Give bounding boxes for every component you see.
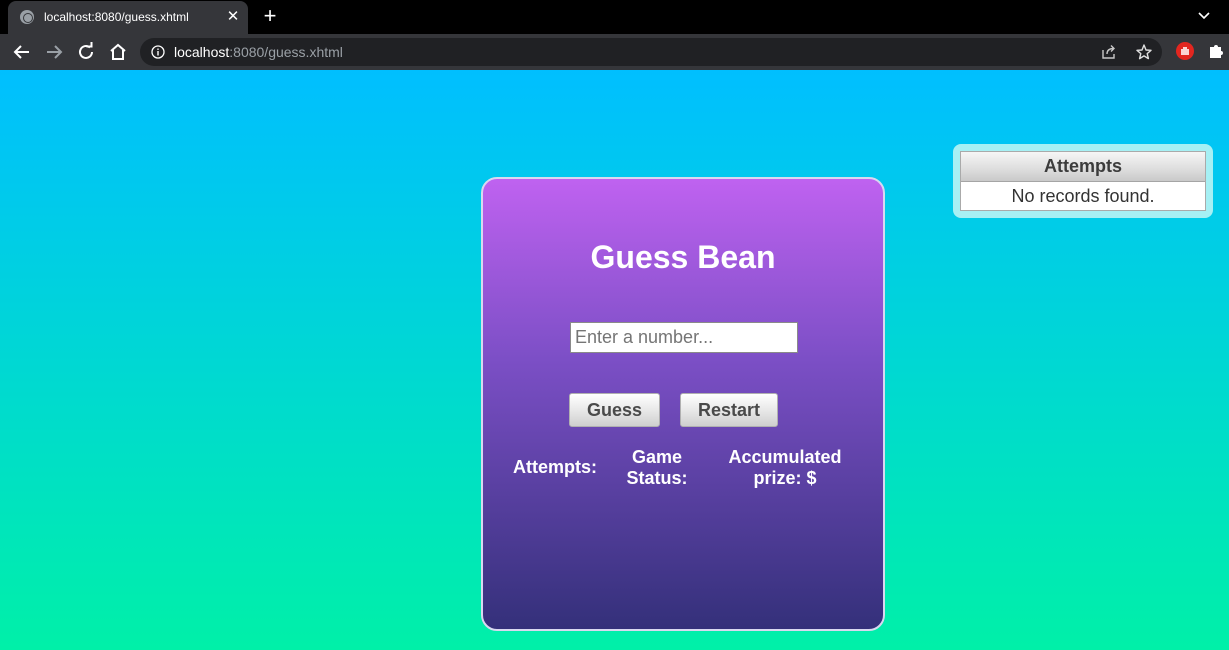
- info-icon[interactable]: [151, 45, 165, 59]
- share-icon[interactable]: [1101, 44, 1117, 60]
- attempts-panel: Attempts No records found.: [953, 144, 1213, 218]
- url-text[interactable]: localhost:8080/guess.xhtml: [174, 44, 343, 60]
- new-tab-button[interactable]: +: [259, 5, 281, 27]
- accumulated-prize-label-line2: prize: $: [753, 468, 817, 488]
- game-card: Guess Bean Guess Restart Attempts: Game …: [481, 177, 885, 631]
- bookmark-star-icon[interactable]: [1135, 43, 1153, 61]
- forward-arrow-icon[interactable]: [43, 41, 65, 63]
- game-status-label: Game Status:: [613, 447, 701, 489]
- globe-icon: [20, 10, 34, 24]
- browser-tab-strip: localhost:8080/guess.xhtml ✕ +: [0, 0, 1229, 34]
- url-host: localhost: [174, 44, 230, 60]
- accumulated-prize-label: Accumulated prize: $: [715, 447, 855, 489]
- tab-search-chevron-icon[interactable]: [1195, 6, 1213, 24]
- accumulated-prize-label-line1: Accumulated: [728, 447, 842, 467]
- browser-toolbar: localhost:8080/guess.xhtml: [0, 34, 1229, 70]
- home-icon[interactable]: [107, 41, 129, 63]
- game-status-label-line1: Game: [631, 447, 683, 467]
- url-path: :8080/guess.xhtml: [229, 44, 343, 60]
- tab-close-button[interactable]: ✕: [224, 7, 242, 27]
- extension-stop-hand-icon[interactable]: [1175, 41, 1195, 61]
- attempts-empty-message: No records found.: [1011, 186, 1155, 206]
- attempts-label: Attempts:: [513, 457, 597, 477]
- restart-button[interactable]: Restart: [680, 393, 778, 427]
- tab-title: localhost:8080/guess.xhtml: [44, 10, 189, 24]
- extensions-puzzle-icon[interactable]: [1206, 41, 1226, 61]
- page-viewport: Guess Bean Guess Restart Attempts: Game …: [0, 70, 1229, 650]
- game-status-label-line2: Status:: [626, 468, 688, 488]
- reload-icon[interactable]: [75, 41, 97, 63]
- address-bar[interactable]: localhost:8080/guess.xhtml: [140, 38, 1162, 66]
- number-input[interactable]: [570, 322, 798, 353]
- browser-tab[interactable]: localhost:8080/guess.xhtml ✕: [8, 1, 248, 34]
- page-title: Guess Bean: [590, 239, 776, 275]
- attempts-table: Attempts No records found.: [960, 151, 1206, 211]
- attempts-table-header[interactable]: Attempts: [961, 152, 1205, 182]
- guess-button[interactable]: Guess: [569, 393, 660, 427]
- back-arrow-icon[interactable]: [11, 41, 33, 63]
